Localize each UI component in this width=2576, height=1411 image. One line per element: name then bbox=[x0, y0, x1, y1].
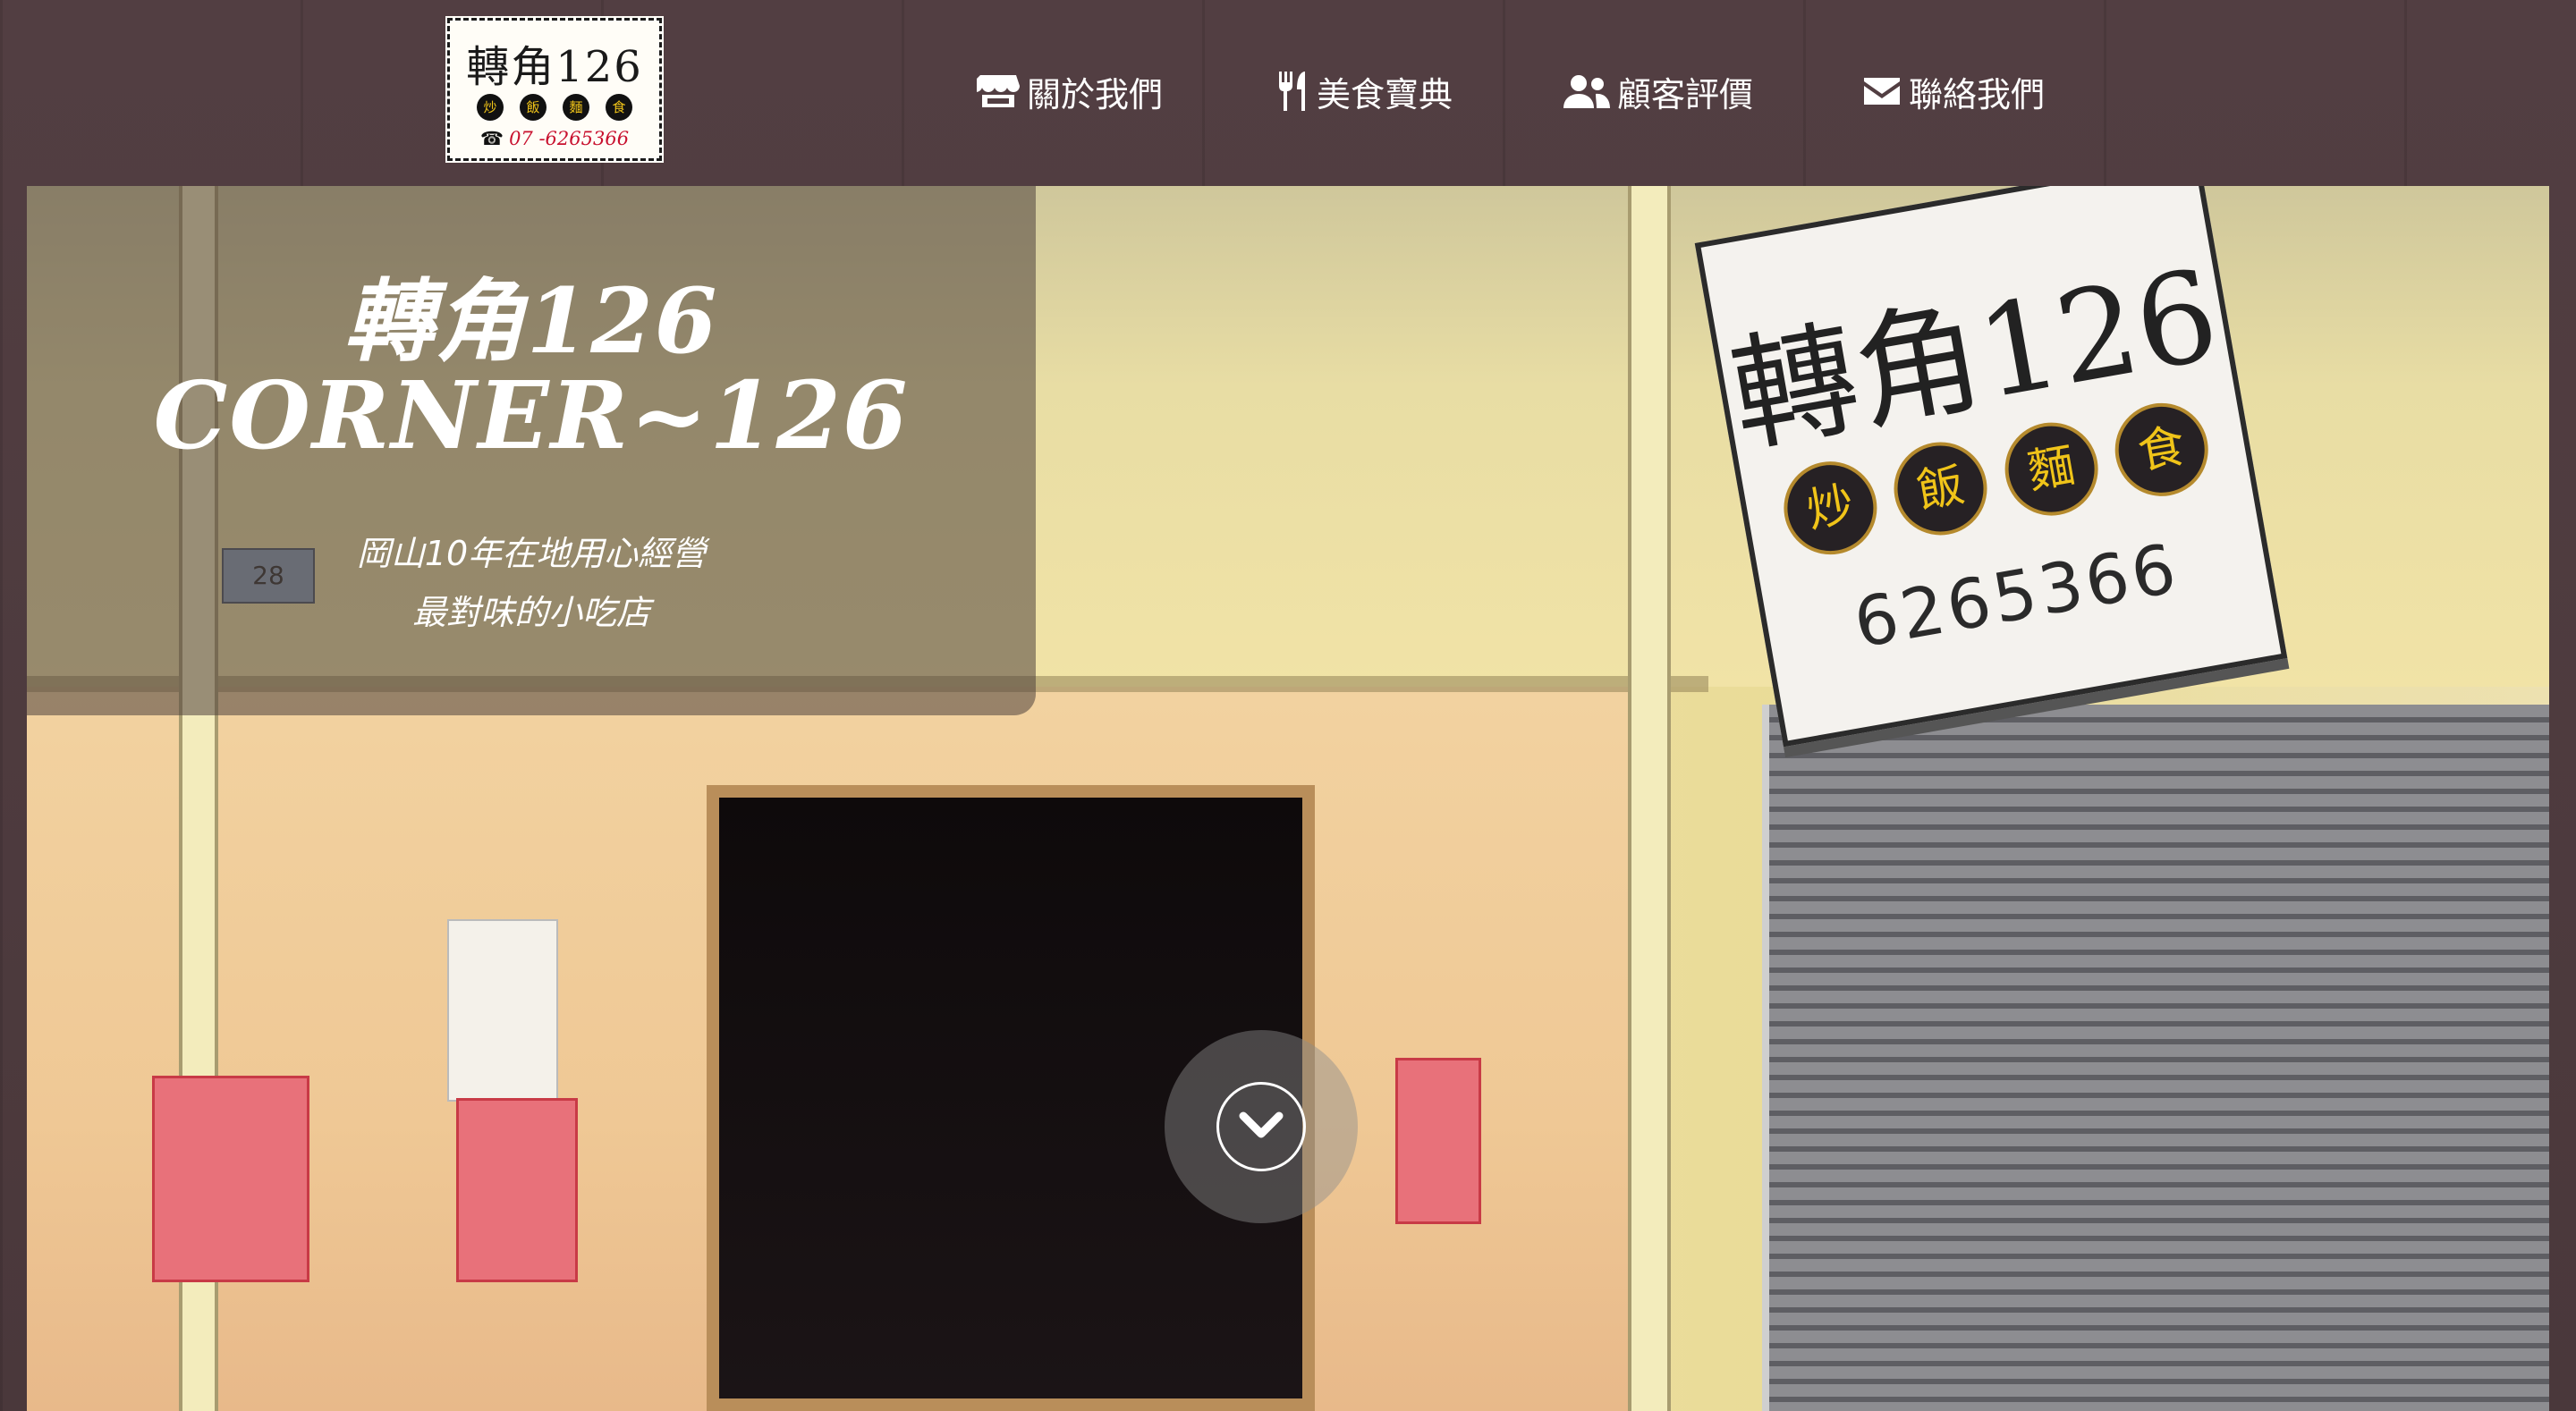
logo-title: 轉角126 bbox=[466, 42, 643, 92]
logo-char: 炒 bbox=[477, 94, 504, 121]
nav-menu-label: 美食寶典 bbox=[1317, 74, 1453, 114]
nav-contact[interactable]: 聯絡我們 bbox=[1862, 64, 2045, 118]
nav-about-label: 關於我們 bbox=[1027, 74, 1164, 114]
sign-char: 炒 bbox=[1776, 453, 1885, 562]
logo-char: 麵 bbox=[563, 94, 589, 121]
nav-about[interactable]: 關於我們 bbox=[977, 64, 1163, 118]
hero-caption-box: 轉角126 CORNER~126 岡山10年在地用心經營 最對味的小吃店 bbox=[27, 186, 1036, 715]
sign-char: 麵 bbox=[1997, 415, 2106, 523]
red-poster bbox=[152, 1076, 309, 1282]
site-logo[interactable]: 轉角126 炒 飯 麵 食 ☎ 07 -6265366 bbox=[447, 18, 662, 161]
logo-phone: ☎ 07 -6265366 bbox=[450, 128, 659, 149]
logo-char: 飯 bbox=[520, 94, 547, 121]
storefront-hours-notice bbox=[447, 919, 558, 1102]
scroll-down-button[interactable] bbox=[1216, 1082, 1306, 1171]
chevron-down-icon bbox=[1239, 1111, 1284, 1138]
hero-subtitle-line2: 最對味的小吃店 bbox=[411, 593, 650, 632]
nav-reviews-label: 顧客評價 bbox=[1617, 74, 1754, 114]
nav-menu[interactable]: 美食寶典 bbox=[1277, 64, 1453, 118]
phone-icon: ☎ bbox=[479, 128, 504, 149]
logo-char: 食 bbox=[606, 94, 632, 121]
navbar: 轉角126 炒 飯 麵 食 ☎ 07 -6265366 關於我們 美食寶典 顧客… bbox=[0, 0, 2576, 186]
hero-title-english: CORNER~126 bbox=[153, 360, 910, 470]
sign-char: 飯 bbox=[1886, 435, 1996, 543]
users-icon bbox=[1563, 75, 1610, 108]
storefront-sign: 轉角126 炒 飯 麵 食 6265366 bbox=[1694, 186, 2288, 748]
utensils-icon bbox=[1279, 72, 1305, 111]
logo-phone-number: 07 -6265366 bbox=[509, 128, 630, 149]
nav-reviews[interactable]: 顧客評價 bbox=[1563, 64, 1753, 118]
storefront-rolling-shutter bbox=[1762, 705, 2549, 1411]
envelope-icon bbox=[1864, 78, 1900, 105]
hero-subtitle-line1: 岡山10年在地用心經營 bbox=[356, 534, 707, 573]
red-poster bbox=[1395, 1058, 1481, 1224]
store-icon bbox=[977, 75, 1020, 107]
logo-dish-chars: 炒 飯 麵 食 bbox=[477, 94, 632, 121]
sign-char: 食 bbox=[2107, 395, 2216, 504]
storefront-pillar bbox=[1628, 186, 1671, 1411]
red-poster bbox=[456, 1098, 578, 1282]
hero-title-chinese: 轉角126 bbox=[343, 268, 719, 374]
hero-banner: 28 轉角126 炒 飯 麵 食 6265366 轉角126 CORNER~12… bbox=[27, 186, 2549, 1411]
nav-contact-label: 聯絡我們 bbox=[1909, 74, 2046, 114]
